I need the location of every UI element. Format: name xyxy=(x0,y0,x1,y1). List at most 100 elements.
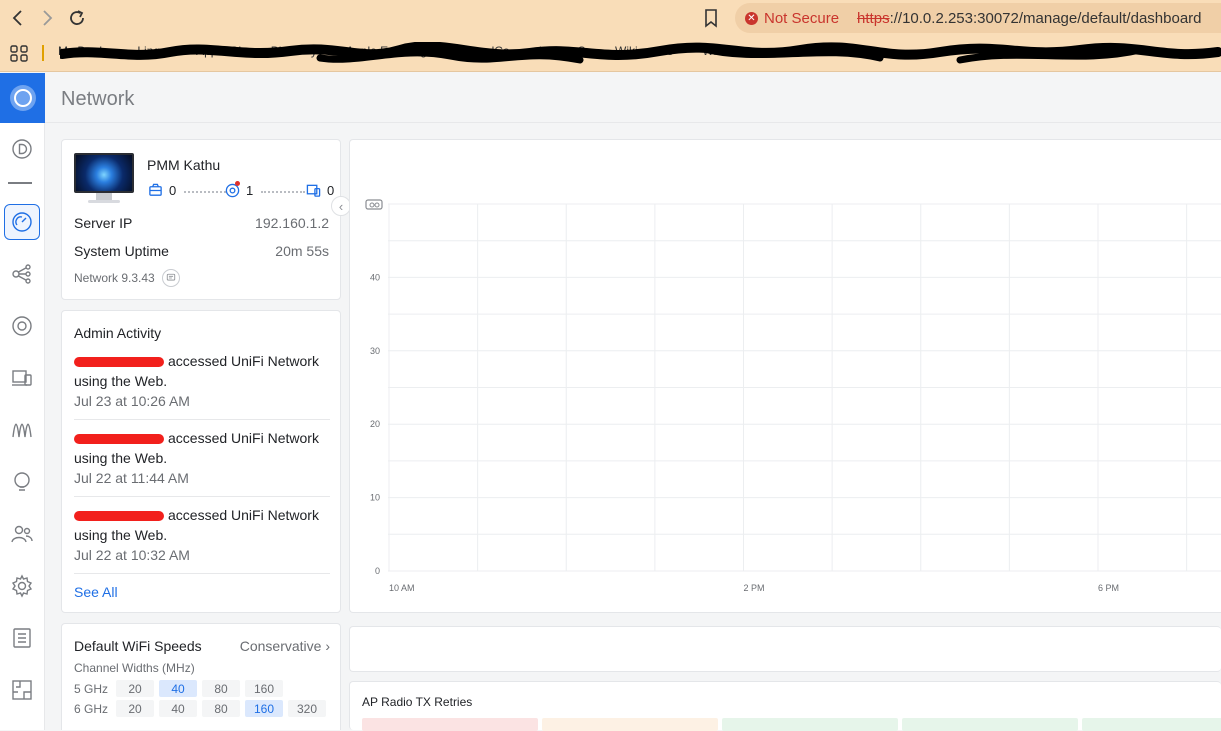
nav-client-devices[interactable] xyxy=(4,360,40,396)
tx-retries-segment xyxy=(362,718,538,731)
gear-icon xyxy=(11,574,33,598)
channel-width-option[interactable]: 20 xyxy=(116,680,154,697)
wifi-mode-link[interactable]: Conservative › xyxy=(240,638,330,654)
nav-radios[interactable] xyxy=(4,412,40,448)
chevron-left-icon xyxy=(12,10,22,26)
forward-button[interactable] xyxy=(35,6,59,30)
channel-width-option[interactable]: 160 xyxy=(245,680,283,697)
y-tick-label: 20 xyxy=(370,419,380,429)
release-notes-icon[interactable] xyxy=(161,269,180,287)
channel-width-option[interactable]: 80 xyxy=(202,680,240,697)
client-count[interactable]: 0 xyxy=(306,183,334,198)
apps-grid-icon[interactable] xyxy=(10,45,30,63)
x-tick-label: 2 PM xyxy=(744,583,765,593)
not-secure-icon: ✕ xyxy=(745,11,758,25)
nav-dashboard-d[interactable] xyxy=(4,131,40,167)
reload-button[interactable] xyxy=(65,6,89,30)
uptime-value: 20m 55s xyxy=(275,243,329,259)
address-bar[interactable]: ✕ Not Secure https ://10.0.2.253:30072/m… xyxy=(735,3,1221,33)
uptime-row: System Uptime 20m 55s xyxy=(74,243,329,259)
nav-innerspace[interactable] xyxy=(4,672,40,708)
client-count-value: 0 xyxy=(327,183,335,198)
tx-retries-segment xyxy=(722,718,898,731)
activity-time: Jul 23 at 10:26 AM xyxy=(74,393,190,409)
back-button[interactable] xyxy=(6,6,30,30)
floorplan-icon xyxy=(12,680,32,700)
client-device-icon xyxy=(306,184,321,197)
bookmarks-divider xyxy=(42,45,44,61)
nav-admins[interactable] xyxy=(4,516,40,552)
bookmark-star-button[interactable] xyxy=(700,7,722,29)
channel-width-option[interactable]: 40 xyxy=(159,700,197,717)
channel-width-label: Channel Widths (MHz) xyxy=(74,661,195,675)
not-secure-label: Not Secure xyxy=(764,9,840,27)
channel-width-option[interactable]: 320 xyxy=(288,700,326,717)
gateway-count[interactable]: 0 xyxy=(148,183,176,198)
y-axis-ticks: 0 10 20 30 40 xyxy=(370,272,380,576)
channel-width-option-selected[interactable]: 160 xyxy=(245,700,283,717)
nav-settings[interactable] xyxy=(4,568,40,604)
activity-time: Jul 22 at 11:44 AM xyxy=(74,470,189,486)
link-dots xyxy=(184,191,226,193)
client-chart-card: 0 10 20 30 40 10 AM 2 PM 6 PM xyxy=(349,139,1221,613)
server-ip-label: Server IP xyxy=(74,215,133,231)
activity-time: Jul 22 at 10:32 AM xyxy=(74,547,190,563)
band-label: 5 GHz xyxy=(74,682,109,696)
collapse-panel-button[interactable]: ‹ xyxy=(331,196,351,216)
y-tick-label: 40 xyxy=(370,272,380,282)
chevron-right-icon xyxy=(43,10,53,26)
band-row-5ghz: 5 GHz 20 40 80 160 xyxy=(74,680,330,697)
bookmark-icon xyxy=(705,9,717,28)
tx-retries-title: AP Radio TX Retries xyxy=(362,695,473,709)
server-ip-value: 192.160.1.2 xyxy=(255,215,329,231)
y-tick-label: 10 xyxy=(370,493,380,503)
secondary-card xyxy=(349,626,1221,672)
dashboard-gauge-icon xyxy=(12,212,32,232)
x-tick-label: 10 AM xyxy=(389,583,415,593)
users-icon xyxy=(11,525,33,543)
gateway-icon xyxy=(149,183,162,196)
client-chart: 0 10 20 30 40 10 AM 2 PM 6 PM xyxy=(365,199,1221,593)
device-circle-icon xyxy=(12,316,32,336)
nav-logs[interactable] xyxy=(4,620,40,656)
nav-unifi-devices[interactable] xyxy=(4,308,40,344)
wifi-speeds-title: Default WiFi Speeds xyxy=(74,638,202,654)
device-summary-card: PMM Kathu 0 1 0 Server IP 192.160.1.2 Sy… xyxy=(61,139,341,300)
unifi-logo[interactable] xyxy=(0,73,45,123)
app-sidebar xyxy=(0,73,45,730)
client-devices-icon xyxy=(12,370,32,386)
activity-item: accessed UniFi Network using the Web. Ju… xyxy=(74,351,330,420)
devices-legend-icon xyxy=(365,199,383,210)
alert-dot-icon xyxy=(235,181,240,186)
nav-topology[interactable] xyxy=(4,256,40,292)
wifi-speeds-card: Default WiFi Speeds Conservative › Chann… xyxy=(61,623,341,730)
channel-width-option-selected[interactable]: 40 xyxy=(159,680,197,697)
nav-dashboard[interactable] xyxy=(4,204,40,240)
redaction-scribble xyxy=(60,42,1221,64)
tx-retries-card: AP Radio TX Retries xyxy=(349,681,1221,731)
chevron-left-icon: ‹ xyxy=(338,198,344,214)
tx-retries-segment xyxy=(902,718,1078,731)
reload-icon xyxy=(70,10,84,25)
x-tick-label: 6 PM xyxy=(1098,583,1119,593)
redacted-user xyxy=(74,434,164,445)
see-all-link[interactable]: See All xyxy=(74,584,118,600)
server-ip-row: Server IP 192.160.1.2 xyxy=(74,215,329,231)
admin-activity-card: Admin Activity accessed UniFi Network us… xyxy=(61,310,341,613)
device-status-row: 0 1 0 xyxy=(148,183,334,201)
wifi-mode-value: Conservative xyxy=(239,638,322,654)
version-row: Network 9.3.43 xyxy=(74,269,180,287)
y-tick-label: 30 xyxy=(370,346,380,356)
channel-width-option[interactable]: 20 xyxy=(116,700,154,717)
url-scheme: https xyxy=(857,9,890,27)
device-name: PMM Kathu xyxy=(147,157,221,173)
list-document-icon xyxy=(13,628,31,648)
channel-width-option[interactable]: 80 xyxy=(202,700,240,717)
console-image xyxy=(74,153,134,203)
tx-retries-segment xyxy=(542,718,718,731)
page-header: Network xyxy=(45,73,1221,123)
tx-retries-segment xyxy=(1082,718,1221,731)
band-row-6ghz: 6 GHz 20 40 80 160 320 xyxy=(74,700,330,717)
wifi-speeds-header: Default WiFi Speeds Conservative › xyxy=(74,638,330,654)
nav-insights[interactable] xyxy=(4,464,40,500)
